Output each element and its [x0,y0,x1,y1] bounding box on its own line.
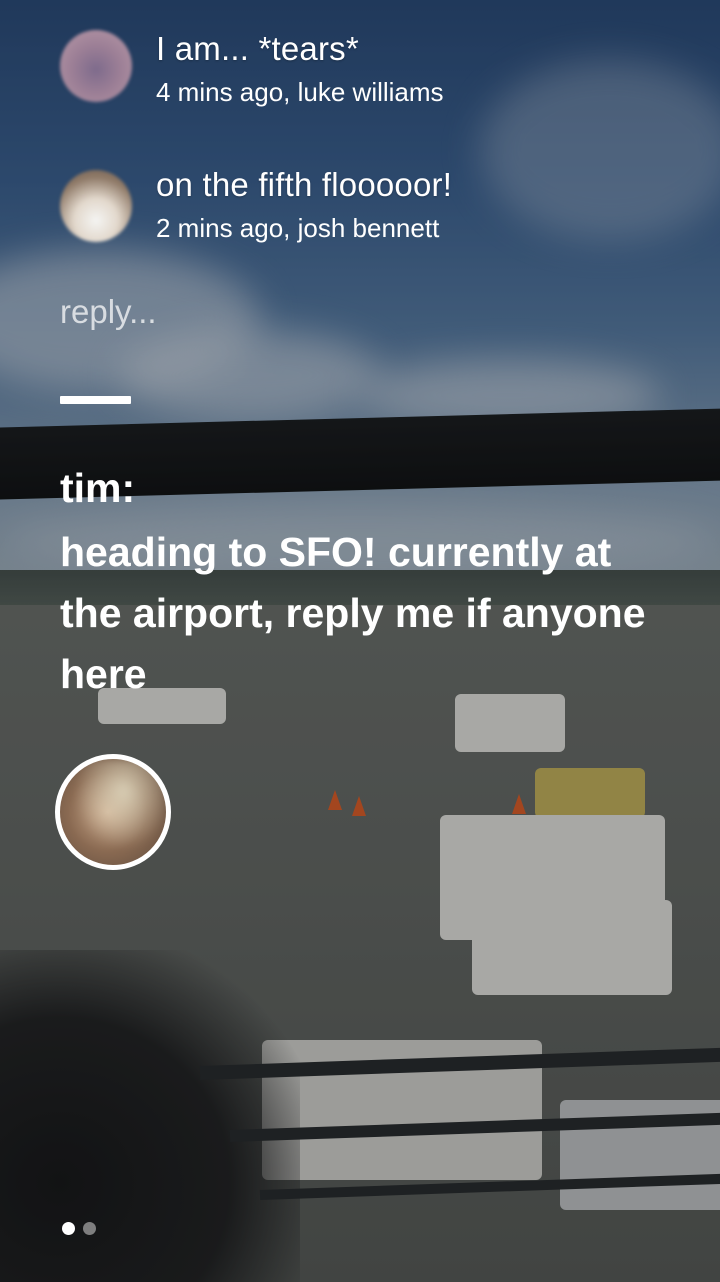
divider [60,396,131,404]
comment-text: on the fifth flooooor! [156,166,453,203]
comment-item: I am... *tears* 4 mins ago, luke william… [0,30,720,130]
author-avatar[interactable] [55,754,171,870]
avatar[interactable] [60,30,132,102]
page-dot[interactable] [83,1222,96,1235]
comment-text: I am... *tears* [156,30,359,67]
avatar[interactable] [60,170,132,242]
author-avatar-image [60,759,166,865]
post-author: tim: [60,465,136,511]
post-text: heading to SFO! currently at the airport… [60,529,646,697]
comment-meta: 2 mins ago, josh bennett [156,213,440,243]
page-dot-active[interactable] [62,1222,75,1235]
comment-item: on the fifth flooooor! 2 mins ago, josh … [0,166,720,266]
reply-input[interactable] [60,290,460,334]
page-indicator [62,1222,96,1236]
comment-meta: 4 mins ago, luke williams [156,77,444,107]
